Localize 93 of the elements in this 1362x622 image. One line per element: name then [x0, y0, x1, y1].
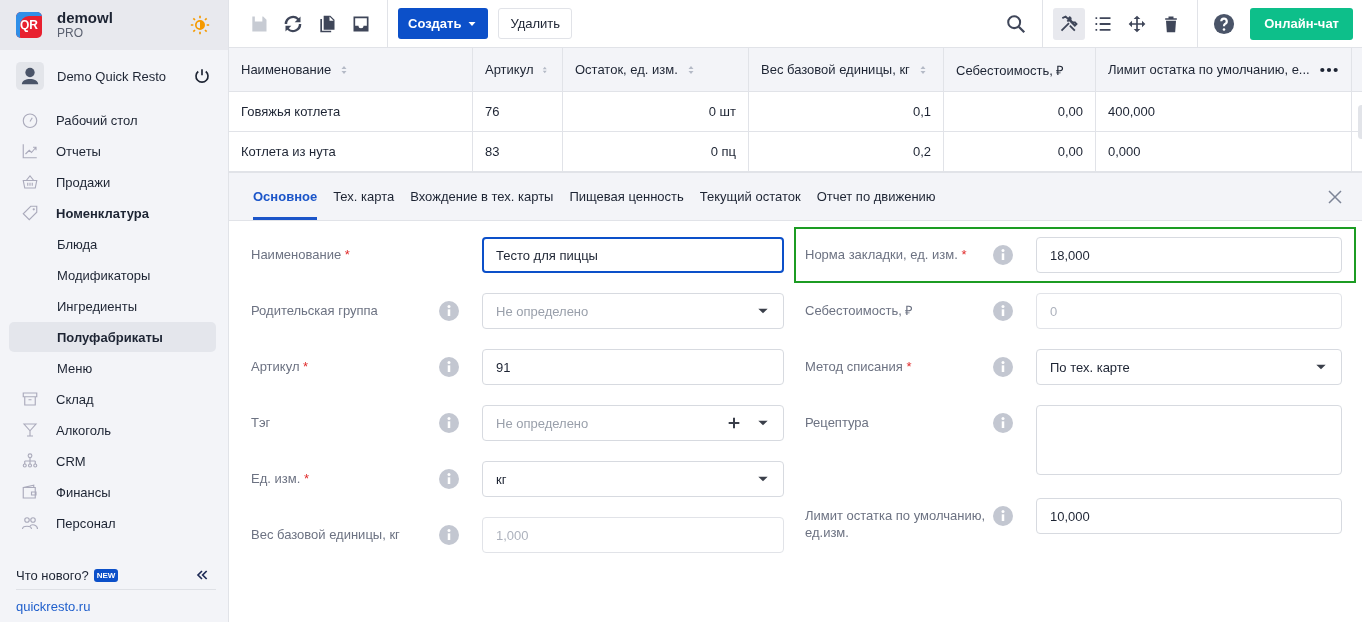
nav-item[interactable]: Продажи: [9, 167, 216, 197]
info-icon[interactable]: [993, 506, 1013, 526]
tab[interactable]: Основное: [253, 173, 318, 220]
info-icon[interactable]: [439, 357, 459, 377]
user-name: Demo Quick Resto: [57, 68, 168, 84]
table-cell: Говяжья котлета: [229, 92, 473, 131]
input-field[interactable]: 10,000: [1036, 498, 1342, 534]
hammer-wrench-icon: [1059, 13, 1080, 34]
input-field[interactable]: 18,000: [1036, 237, 1342, 273]
info-icon[interactable]: [993, 413, 1013, 433]
nav-subitem[interactable]: Блюда: [9, 229, 216, 259]
table-cell: 0,000: [1096, 132, 1352, 171]
create-button[interactable]: Создать: [398, 8, 489, 39]
nav-item[interactable]: Рабочий стол: [9, 105, 216, 135]
chart-icon: [21, 142, 39, 160]
dropdown-field[interactable]: По тех. карте: [1036, 349, 1342, 385]
gauge-icon: [21, 111, 39, 129]
site-link[interactable]: quickresto.ru: [16, 590, 216, 622]
tab[interactable]: Пищевая ценность: [569, 173, 684, 220]
info-icon[interactable]: [993, 357, 1013, 377]
column-header[interactable]: Лимит остатка по умолчанию, е...: [1096, 48, 1352, 91]
nav-subitem[interactable]: Ингредиенты: [9, 291, 216, 321]
hierarchy-icon: [21, 452, 39, 470]
nav-item[interactable]: Отчеты: [9, 136, 216, 166]
field-label: Рецептура: [805, 414, 870, 431]
nav-item[interactable]: Алкоголь: [9, 415, 216, 445]
nav-item[interactable]: Номенклатура: [9, 198, 216, 228]
input-field[interactable]: Тесто для пиццы: [482, 237, 784, 273]
tab[interactable]: Вхождение в тех. карты: [410, 173, 554, 220]
tab[interactable]: Текущий остаток: [699, 173, 801, 220]
field-label: Норма закладки, ед. изм. *: [805, 246, 968, 263]
column-header[interactable]: Вес базовой единицы, кг: [749, 48, 944, 91]
tag-icon: [21, 204, 39, 222]
info-icon[interactable]: [993, 245, 1013, 265]
hammer-wrench-button[interactable]: [1053, 7, 1086, 40]
tab[interactable]: Отчет по движению: [816, 173, 936, 220]
sun-icon[interactable]: [190, 15, 210, 35]
wallet-icon: [21, 483, 39, 501]
account-plan: PRO: [57, 26, 84, 41]
tab[interactable]: Тех. карта: [333, 173, 395, 220]
search-icon: [1005, 12, 1028, 35]
column-header[interactable]: Себестоимость, ₽: [944, 48, 1096, 91]
nav-item[interactable]: Склад: [9, 384, 216, 414]
column-header[interactable]: Наименование: [229, 48, 473, 91]
table-cell: Котлета из нута: [229, 132, 473, 171]
field-label: Родительская группа: [251, 302, 379, 319]
copy-icon: [317, 13, 337, 34]
table-cell: 0,00: [944, 132, 1096, 171]
field-label: Наименование *: [251, 246, 351, 263]
nav-item[interactable]: CRM: [9, 446, 216, 476]
power-icon[interactable]: [193, 67, 211, 85]
field-label: Артикул *: [251, 358, 310, 375]
nav-subitem[interactable]: Меню: [9, 353, 216, 383]
table-cell: 0,00: [944, 92, 1096, 131]
field-label: Вес базовой единицы, кг: [251, 526, 401, 543]
table-cell: 0 шт: [563, 92, 749, 131]
close-icon: [1326, 187, 1344, 206]
table-cell: 76: [473, 92, 563, 131]
column-header[interactable]: Артикул: [473, 48, 563, 91]
whats-new-link[interactable]: Что нового?: [16, 567, 89, 583]
input-field[interactable]: 91: [482, 349, 784, 385]
field-label: Себестоимость, ₽: [805, 302, 915, 319]
account-name: demowl: [57, 9, 114, 26]
user-avatar-icon: [16, 62, 44, 90]
nav-item[interactable]: Финансы: [9, 477, 216, 507]
column-header[interactable]: Остаток, ед. изм.: [563, 48, 749, 91]
table-cell: 0,2: [749, 132, 944, 171]
dropdown-field[interactable]: кг: [482, 461, 784, 497]
info-icon[interactable]: [439, 413, 459, 433]
table-cell: 400,000: [1096, 92, 1352, 131]
field-label: Тэг: [251, 414, 272, 431]
box-icon: [21, 390, 39, 408]
info-icon[interactable]: [439, 469, 459, 489]
people-icon: [21, 514, 39, 532]
info-icon[interactable]: [439, 301, 459, 321]
move-arrows-icon: [1127, 13, 1148, 34]
app-logo: QR: [16, 12, 42, 38]
field-label: Метод списания *: [805, 358, 913, 375]
nav-item[interactable]: Персонал: [9, 508, 216, 538]
cocktail-glass-icon: [21, 421, 39, 439]
field-label: Лимит остатка по умолчанию, ед.изм.: [805, 507, 987, 541]
refresh-icon: [283, 13, 303, 34]
plus-icon[interactable]: [726, 415, 742, 431]
table-cell: 83: [473, 132, 563, 171]
delete-button[interactable]: Удалить: [498, 8, 573, 39]
help-icon: [1213, 12, 1236, 35]
new-badge: NEW: [93, 568, 119, 582]
table-cell: 0 пц: [563, 132, 749, 171]
nav-subitem[interactable]: Полуфабрикаты: [9, 322, 216, 352]
table-cell: 0,1: [749, 92, 944, 131]
basket-icon: [21, 173, 39, 191]
nav-subitem[interactable]: Модификаторы: [9, 260, 216, 290]
field-label: Ед. изм. *: [251, 470, 310, 487]
